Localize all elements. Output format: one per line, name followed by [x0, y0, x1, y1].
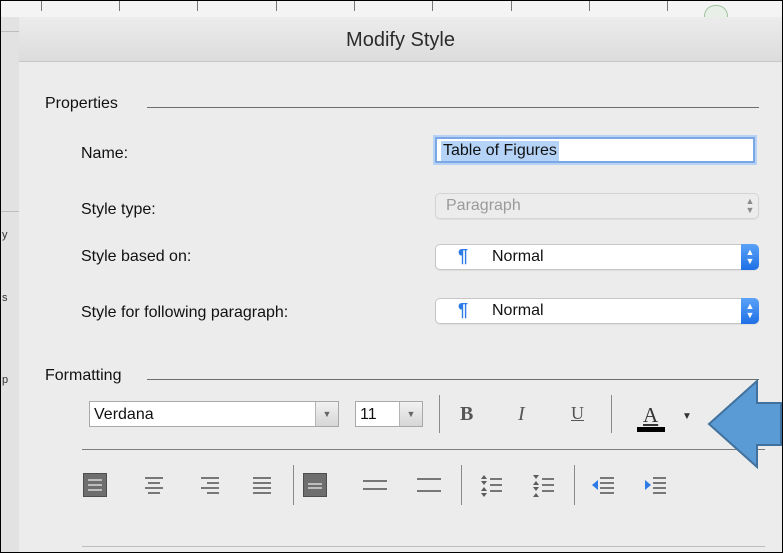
style-based-on-value: Normal — [492, 248, 544, 265]
chevron-updown-icon: ▲ ▼ — [741, 244, 759, 270]
style-based-on-select[interactable]: ¶ Normal ▲ ▼ — [435, 244, 759, 270]
screenshot-frame: y s p Modify Style Properties Name: Tabl… — [0, 0, 783, 553]
style-name-input[interactable]: Table of Figures — [435, 137, 755, 163]
chevron-updown-icon: ▲ ▼ — [741, 298, 759, 324]
properties-divider — [147, 107, 759, 108]
align-left-button[interactable] — [83, 473, 107, 497]
background-ruler — [1, 1, 782, 18]
toolbar-separator — [293, 465, 294, 505]
space-before-button[interactable] — [479, 473, 503, 497]
font-size-value: 11 — [360, 406, 377, 423]
font-name-value: Verdana — [94, 406, 154, 423]
font-size-combo[interactable]: 11 ▼ — [355, 401, 423, 427]
style-name-value: Table of Figures — [441, 141, 559, 161]
dialog-lower-divider — [82, 546, 765, 547]
decrease-indent-icon — [592, 477, 614, 494]
background-document-margin: y s p — [1, 17, 19, 552]
bg-char: p — [2, 374, 9, 386]
underline-button[interactable]: U — [571, 403, 584, 424]
dialog-title-bar[interactable]: Modify Style — [19, 17, 782, 62]
align-center-button[interactable] — [143, 473, 167, 497]
space-after-button[interactable] — [531, 473, 555, 497]
chevron-updown-icon: ▲ ▼ — [745, 196, 755, 215]
following-paragraph-value: Normal — [492, 302, 544, 319]
formatting-section-label: Formatting — [45, 367, 122, 384]
formatting-toolbar-divider — [82, 449, 765, 450]
one-half-spacing-button[interactable] — [363, 473, 387, 497]
blue-left-arrow-icon — [707, 379, 782, 469]
bg-char: y — [2, 229, 8, 241]
font-color-letter: A — [643, 403, 659, 427]
toolbar-separator — [439, 395, 440, 433]
italic-button[interactable]: I — [518, 403, 525, 426]
double-spacing-button[interactable] — [417, 473, 441, 497]
style-type-select: Paragraph ▲ ▼ — [435, 193, 759, 219]
chevron-down-icon[interactable]: ▼ — [315, 402, 338, 426]
dialog-title: Modify Style — [346, 29, 455, 51]
font-color-dropdown-icon[interactable]: ▼ — [682, 411, 692, 422]
following-paragraph-label: Style for following paragraph: — [81, 304, 289, 321]
style-based-on-label: Style based on: — [81, 248, 192, 265]
decrease-indent-button[interactable] — [591, 473, 615, 497]
bold-button[interactable]: B — [460, 403, 473, 426]
font-color-button[interactable]: A — [637, 403, 665, 433]
single-spacing-button[interactable] — [303, 473, 327, 497]
pilcrow-icon: ¶ — [458, 300, 469, 320]
properties-section-label: Properties — [45, 95, 118, 112]
style-type-label: Style type: — [81, 201, 156, 218]
toolbar-separator — [574, 465, 575, 505]
space-before-icon — [481, 475, 502, 497]
modify-style-dialog: Modify Style Properties Name: Table of F… — [19, 17, 782, 552]
name-label: Name: — [81, 145, 129, 162]
toolbar-separator — [461, 465, 462, 505]
chevron-down-icon[interactable]: ▼ — [399, 402, 422, 426]
increase-indent-icon — [645, 477, 666, 494]
align-right-button[interactable] — [199, 473, 223, 497]
formatting-divider — [147, 379, 759, 380]
align-justify-button[interactable] — [251, 473, 275, 497]
font-name-combo[interactable]: Verdana ▼ — [89, 401, 339, 427]
pilcrow-icon: ¶ — [458, 246, 469, 266]
font-color-swatch — [637, 427, 665, 432]
style-type-value: Paragraph — [446, 197, 521, 214]
increase-indent-button[interactable] — [643, 473, 667, 497]
following-paragraph-select[interactable]: ¶ Normal ▲ ▼ — [435, 298, 759, 324]
toolbar-separator — [611, 395, 612, 433]
bg-char: s — [2, 292, 8, 304]
space-after-icon — [533, 475, 554, 497]
